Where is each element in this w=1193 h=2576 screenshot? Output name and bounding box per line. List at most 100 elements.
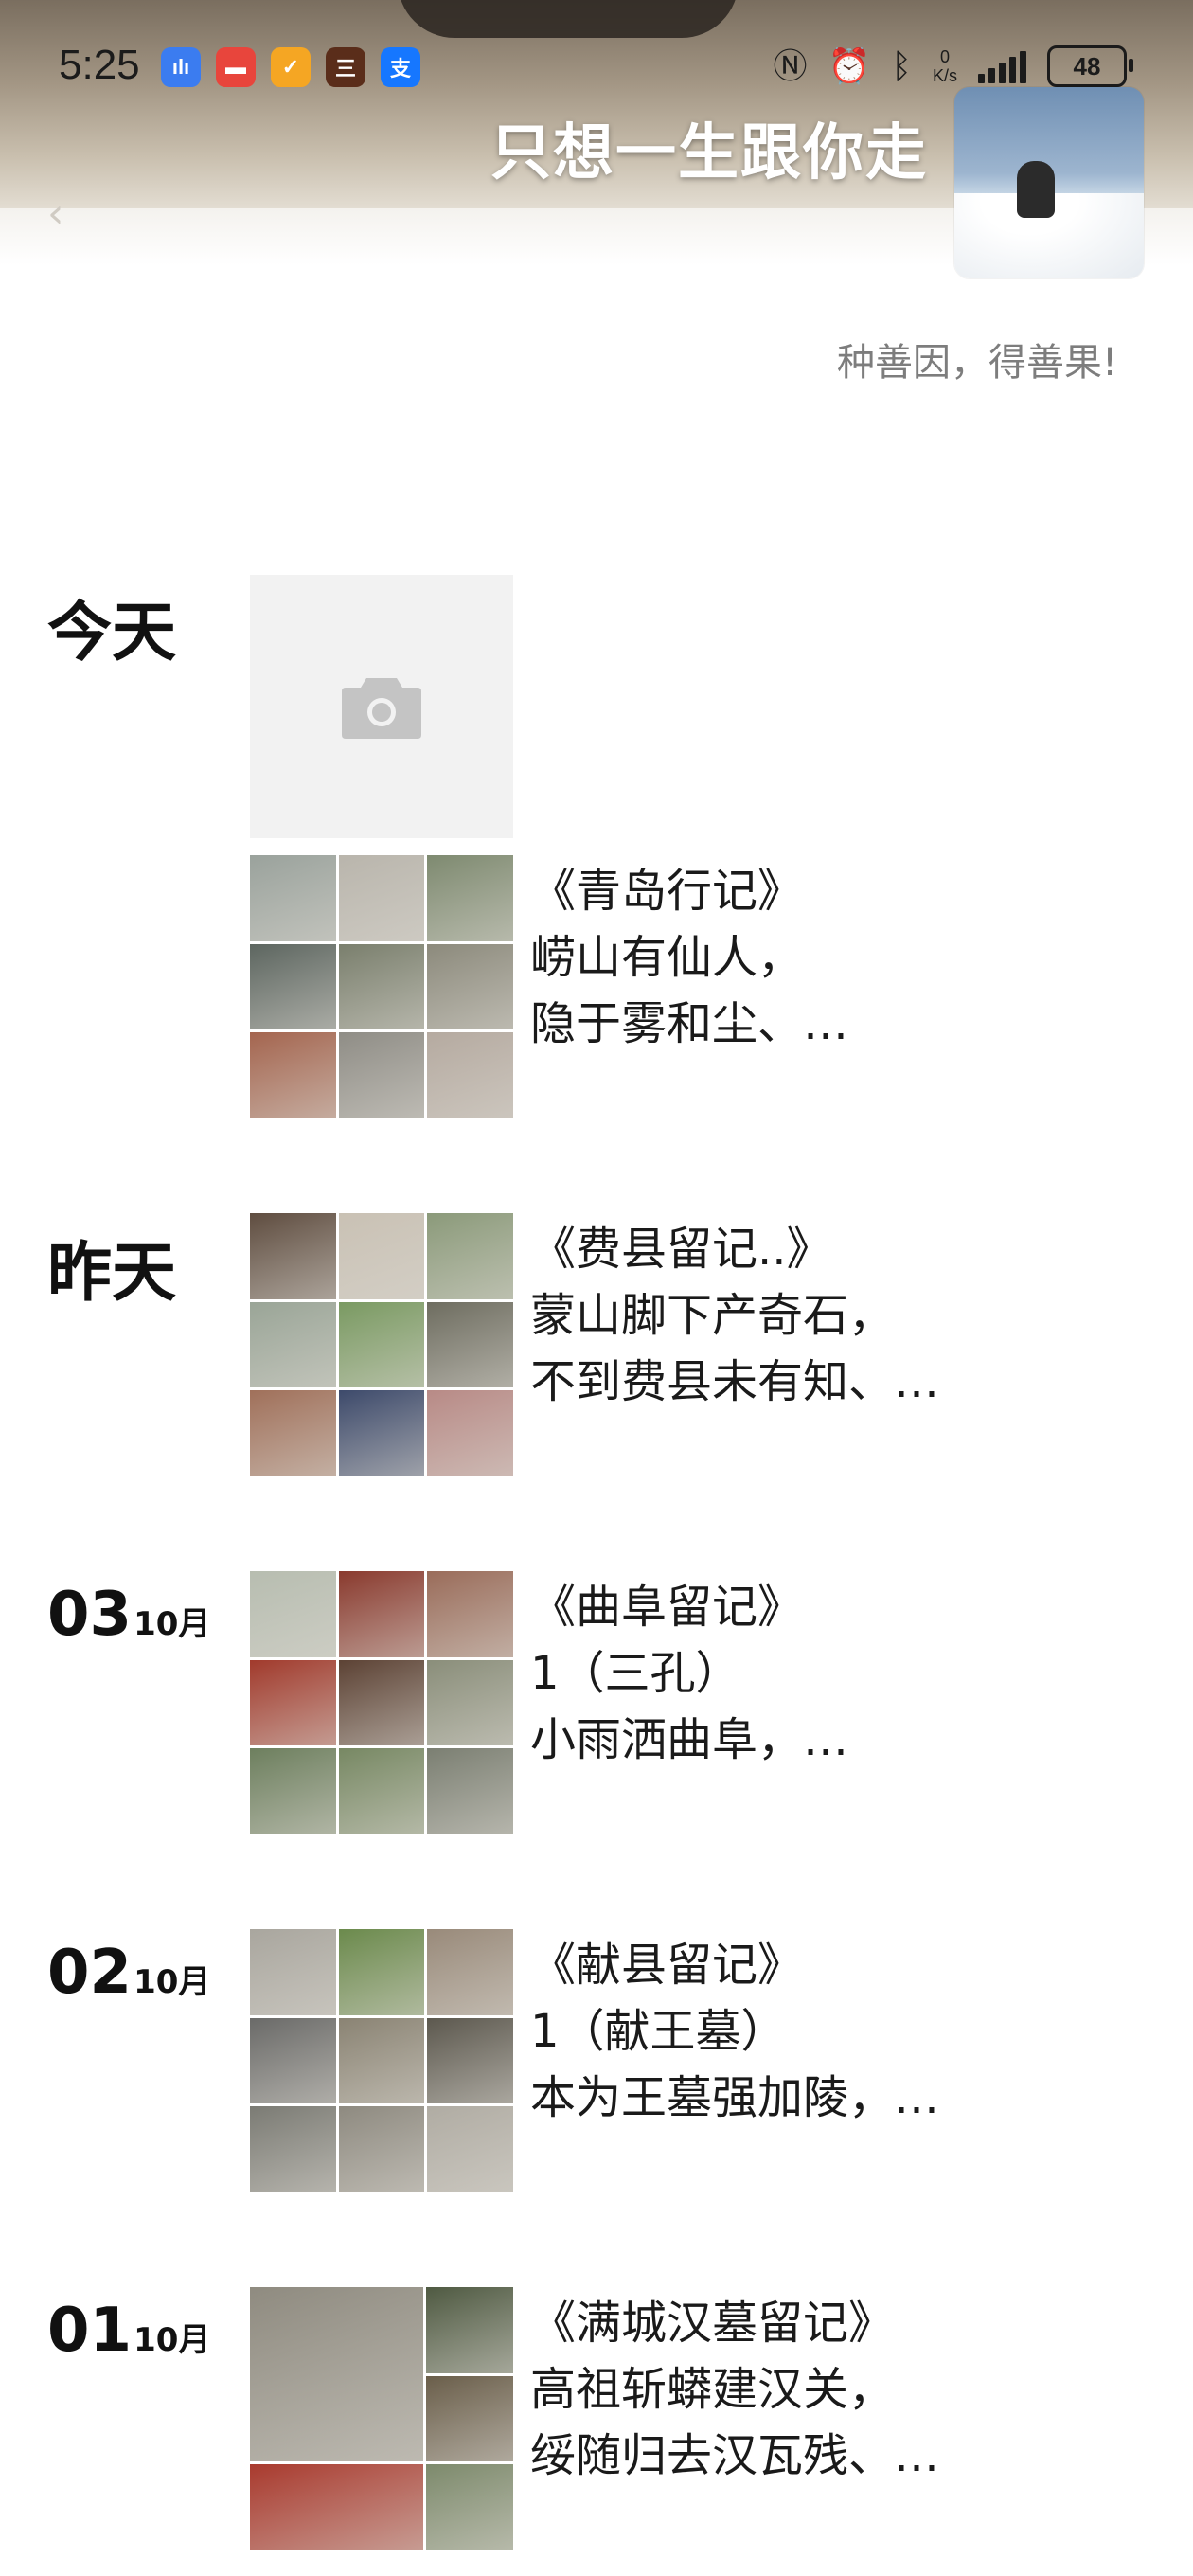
post-photo (250, 2017, 336, 2104)
post-photo (427, 2106, 513, 2192)
date-oct-01: 0110月 (47, 2296, 210, 2366)
post-photo (338, 855, 425, 941)
profile-nickname: 只想一生跟你走 (490, 118, 928, 188)
post-photo (427, 2017, 513, 2104)
post-photo (250, 1748, 336, 1834)
date-day: 02 (47, 1938, 133, 2008)
post-line: 本为王墓强加陵，… (530, 2071, 940, 2124)
post-photo (427, 1301, 513, 1388)
post-text[interactable]: 《费县留记..》 蒙山脚下产奇石， 不到费县未有知、… (530, 1216, 939, 1415)
post-photo (427, 1748, 513, 1834)
post-line: 不到费县未有知、… (530, 1355, 940, 1408)
clock: 5:25 (59, 42, 140, 88)
post-title: 《献县留记》 (530, 1939, 804, 1992)
post-photo (338, 1659, 425, 1746)
post-title: 《青岛行记》 (530, 865, 804, 918)
date-oct-03: 0310月 (47, 1580, 210, 1650)
post-line: 崂山有仙人， (530, 931, 804, 984)
signal-icon (978, 49, 1026, 83)
date-yesterday: 昨天 (47, 1236, 177, 1311)
post-photo (250, 2106, 336, 2192)
post-photo (338, 1301, 425, 1388)
date-today: 今天 (47, 596, 177, 671)
network-speed-value: 0 (939, 47, 950, 66)
post-title: 《费县留记..》 (530, 1223, 832, 1276)
red-app-icon: ▬ (216, 47, 256, 87)
post-photo (427, 1213, 513, 1299)
post-photo (427, 1390, 513, 1476)
post-title: 《曲阜留记》 (530, 1581, 804, 1634)
post-text[interactable]: 《满城汉墓留记》 高祖斩蟒建汉关， 绥随归去汉瓦残、… (530, 2290, 939, 2489)
system-icons: Ⓝ ⏰ ᛒ 0 K/s 48 (773, 45, 1133, 87)
post-text[interactable]: 《曲阜留记》 1（三孔） 小雨洒曲阜，… (530, 1574, 848, 1773)
post-photo (250, 1390, 336, 1476)
post-title: 《满城汉墓留记》 (530, 2297, 895, 2350)
post-photo (250, 1213, 336, 1299)
post-photo (250, 2464, 424, 2550)
post-line: 小雨洒曲阜，… (530, 1713, 849, 1766)
game-app-icon: 三 (326, 47, 365, 87)
post-photo (427, 1929, 513, 2015)
post-photo (338, 1929, 425, 2015)
post-line: 1（三孔） (530, 1647, 741, 1700)
post-photo (426, 2375, 513, 2462)
post-photo (250, 855, 336, 941)
post-photo-grid[interactable] (250, 2287, 513, 2550)
date-month: 10月 (134, 2321, 211, 2359)
date-oct-02: 0210月 (47, 1938, 210, 2008)
post-photo (427, 943, 513, 1030)
post-photo (250, 943, 336, 1030)
avatar-person (1017, 161, 1055, 218)
camera-icon (342, 678, 421, 739)
post-line: 蒙山脚下产奇石， (530, 1289, 895, 1342)
post-photo (427, 855, 513, 941)
date-month: 10月 (134, 1963, 211, 2001)
post-photo (250, 1659, 336, 1746)
post-line: 1（献王墓） (530, 2005, 787, 2058)
bluetooth-icon: ᛒ (891, 46, 912, 85)
post-photo (338, 1032, 425, 1118)
post-photo-grid[interactable] (250, 1571, 513, 1834)
post-photo (338, 1571, 425, 1657)
post-photo (338, 2017, 425, 2104)
post-photo (338, 943, 425, 1030)
post-photo (250, 1571, 336, 1657)
notification-app-icons: ılı ▬ ✓ 三支 (161, 47, 420, 87)
post-photo (338, 1390, 425, 1476)
back-icon[interactable]: ‹ (47, 189, 64, 238)
post-photo (427, 1032, 513, 1118)
post-photo (426, 2464, 513, 2550)
post-line: 绥随归去汉瓦残、… (530, 2429, 940, 2482)
battery-icon: 48 (1047, 45, 1133, 87)
post-photo (338, 1213, 425, 1299)
post-line: 隐于雾和尘、… (530, 997, 849, 1050)
alarm-icon: ⏰ (828, 46, 871, 85)
date-month: 10月 (134, 1605, 211, 1643)
date-day: 01 (47, 2296, 133, 2366)
post-text[interactable]: 《献县留记》 1（献王墓） 本为王墓强加陵，… (530, 1932, 939, 2131)
post-photo (250, 1032, 336, 1118)
post-photo (250, 1929, 336, 2015)
network-speed-unit: K/s (932, 66, 957, 85)
post-photo (338, 2106, 425, 2192)
new-post-camera-button[interactable] (250, 575, 513, 838)
post-photo-grid[interactable] (250, 855, 513, 1118)
date-day: 03 (47, 1580, 133, 1650)
post-photo (427, 1571, 513, 1657)
network-speed: 0 K/s (933, 47, 957, 85)
post-photo (250, 2287, 424, 2462)
post-photo (427, 1659, 513, 1746)
voice-recorder-icon: ılı (161, 47, 201, 87)
post-photo (250, 1301, 336, 1388)
avatar[interactable] (954, 87, 1144, 278)
post-photo-grid[interactable] (250, 1213, 513, 1476)
post-line: 高祖斩蟒建汉关， (530, 2363, 895, 2416)
post-photo (338, 1748, 425, 1834)
orange-app-icon: ✓ (271, 47, 311, 87)
post-photo (426, 2287, 513, 2373)
alipay-icon: 支 (381, 47, 420, 87)
post-text[interactable]: 《青岛行记》 崂山有仙人， 隐于雾和尘、… (530, 858, 848, 1057)
nfc-icon: Ⓝ (773, 46, 808, 85)
post-photo-grid[interactable] (250, 1929, 513, 2192)
profile-signature: 种善因，得善果! (836, 341, 1117, 385)
